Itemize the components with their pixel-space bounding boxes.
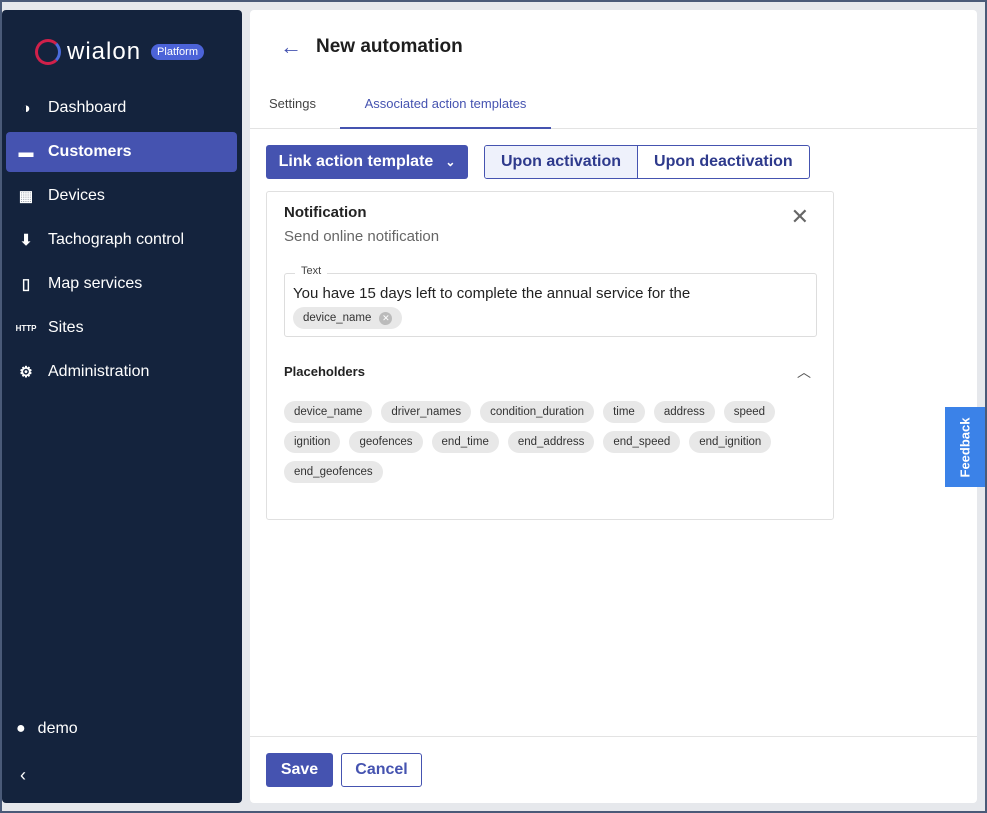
sidebar-item-tachograph-control[interactable]: ⬇ Tachograph control <box>6 220 237 260</box>
chip-label: device_name <box>303 312 372 324</box>
card-subtitle: Send online notification <box>284 228 440 245</box>
save-button[interactable]: Save <box>266 753 333 787</box>
placeholders-list: device_name driver_names condition_duratio… <box>284 401 794 483</box>
chevron-up-icon[interactable]: ︿ <box>797 362 811 382</box>
feedback-label: Feedback <box>957 417 973 477</box>
placeholder-chip[interactable]: device_name <box>284 401 373 423</box>
sidebar-item-customers[interactable]: ▬ Customers <box>6 132 237 172</box>
footer-divider <box>250 736 977 737</box>
placeholder-chip[interactable]: end_geofences <box>284 461 383 483</box>
sidebar-nav: ◑ Dashboard ▬ Customers ▦ Devices ⬇ Tachograph … <box>6 88 237 396</box>
text-field-value: You have 15 days left to complete the an… <box>293 285 691 302</box>
sidebar-item-label: Sites <box>48 319 84 336</box>
sidebar: wialon Platform ◑ Dashboard ▬ Customers ▦ Dev… <box>2 10 242 803</box>
placeholder-chip[interactable]: time <box>603 401 645 423</box>
sidebar-item-label: Customers <box>48 143 132 160</box>
chevron-down-icon: ⌄ <box>445 155 456 169</box>
gear-icon: ⚙ <box>19 364 33 381</box>
sidebar-item-label: Devices <box>48 187 105 204</box>
card-download-icon: ⬇ <box>19 232 33 249</box>
back-arrow-icon[interactable]: ← <box>280 34 302 60</box>
placeholder-chip[interactable]: end_address <box>507 431 595 453</box>
logo: wialon Platform <box>35 38 205 66</box>
sidebar-item-map-services[interactable]: ▯ Map services <box>6 264 237 304</box>
main-panel: ← New automation Settings Associated act… <box>250 10 977 803</box>
sidebar-item-dashboard[interactable]: ◑ Dashboard <box>6 88 237 128</box>
tabs: Settings Associated action templates <box>250 88 977 129</box>
collapse-sidebar-chevron-left-icon[interactable]: ‹ <box>20 765 26 786</box>
map-icon: ▯ <box>21 276 31 293</box>
pie-chart-icon: ◑ <box>21 99 31 117</box>
sidebar-item-devices[interactable]: ▦ Devices <box>6 176 237 216</box>
http-icon: HTTP <box>15 323 37 333</box>
briefcase-icon: ▬ <box>18 143 34 161</box>
placeholder-chip: device_name ✕ <box>293 307 403 329</box>
placeholder-chip[interactable]: condition_duration <box>480 401 595 423</box>
upon-activation-button[interactable]: Upon activation <box>485 146 639 178</box>
link-action-template-label: Link action template <box>278 153 434 170</box>
cancel-button[interactable]: Cancel <box>341 753 422 787</box>
sidebar-item-label: Dashboard <box>48 99 127 116</box>
placeholder-chip[interactable]: driver_names <box>381 401 472 423</box>
sidebar-item-administration[interactable]: ⚙ Administration <box>6 352 237 392</box>
placeholder-chip[interactable]: ignition <box>284 431 341 453</box>
brand-badge: Platform <box>151 44 205 60</box>
wialon-logo-icon <box>35 39 61 65</box>
tab-associated-action-templates[interactable]: Associated action templates <box>340 96 551 129</box>
trigger-segmented-control: Upon activation Upon deactivation <box>484 145 810 179</box>
close-icon[interactable]: ✕ <box>791 204 809 230</box>
sidebar-item-label: Tachograph control <box>48 231 185 248</box>
upon-deactivation-button[interactable]: Upon deactivation <box>638 146 809 178</box>
user-icon: ● <box>16 720 26 737</box>
placeholder-chip[interactable]: speed <box>723 401 776 423</box>
placeholder-chip[interactable]: geofences <box>349 431 423 453</box>
placeholder-chip[interactable]: end_speed <box>603 431 681 453</box>
placeholder-chip[interactable]: address <box>653 401 715 423</box>
remove-chip-icon[interactable]: ✕ <box>379 311 393 325</box>
brand-name: wialon <box>67 38 142 65</box>
placeholders-heading: Placeholders <box>284 364 365 379</box>
notification-card: Notification Send online notification ✕ … <box>266 191 834 520</box>
placeholder-chip[interactable]: end_ignition <box>689 431 772 453</box>
sidebar-item-label: Administration <box>48 363 150 380</box>
user-menu[interactable]: ● demo <box>16 720 78 738</box>
text-field[interactable]: Text You have 15 days left to complete t… <box>284 265 817 337</box>
card-title: Notification <box>284 204 367 221</box>
placeholder-chip[interactable]: end_time <box>431 431 499 453</box>
feedback-button[interactable]: Feedback <box>945 407 985 487</box>
tab-settings[interactable]: Settings <box>269 96 316 111</box>
page-title: New automation <box>316 36 463 57</box>
sidebar-item-label: Map services <box>48 275 143 292</box>
text-field-label: Text <box>295 265 328 277</box>
link-action-template-button[interactable]: Link action template ⌄ <box>266 145 468 179</box>
device-icon: ▦ <box>18 188 34 205</box>
sidebar-item-sites[interactable]: HTTP Sites <box>6 308 237 348</box>
user-name: demo <box>37 720 78 737</box>
